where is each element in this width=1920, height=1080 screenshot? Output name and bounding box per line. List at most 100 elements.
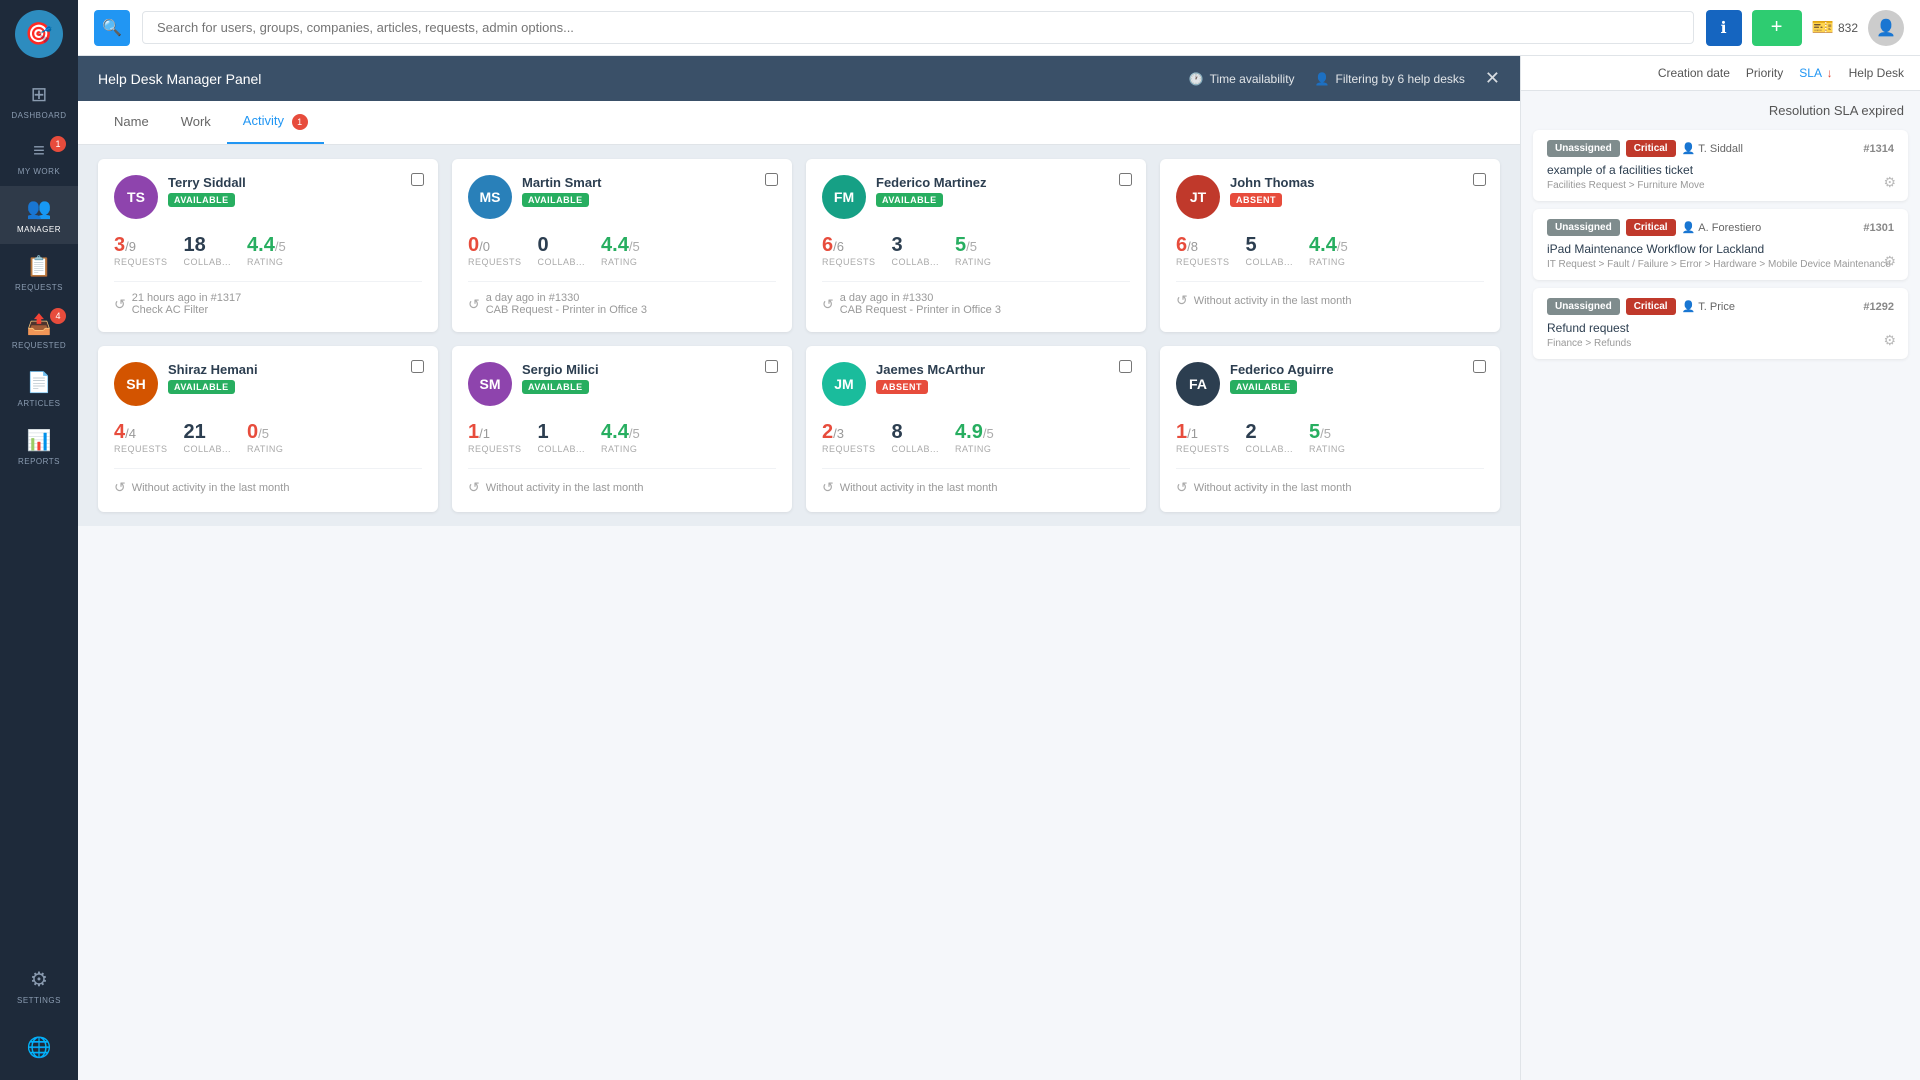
agent-checkbox-shiraz[interactable] <box>411 360 424 373</box>
tab-work[interactable]: Work <box>165 102 227 143</box>
agent-name-terry: Terry Siddall <box>168 175 422 190</box>
stat-requests-value-sergio: 1/1 <box>468 422 490 442</box>
ticket-critical-badge[interactable]: Critical <box>1626 140 1676 157</box>
add-button[interactable]: + <box>1752 10 1802 46</box>
agent-stats-federico_m: 6/6 REQUESTS 3 COLLAB... 5/5 RATING <box>822 235 1130 267</box>
stat-rating-martin: 4.4/5 RATING <box>601 235 640 267</box>
ticket-unassigned-badge[interactable]: Unassigned <box>1547 219 1620 236</box>
stat-collabs-shiraz: 21 COLLAB... <box>184 422 232 454</box>
sidebar-label-manager: MANAGER <box>17 225 61 234</box>
agent-checkbox-federico_m[interactable] <box>1119 173 1132 186</box>
ticket-title[interactable]: Refund request <box>1547 321 1894 335</box>
agent-checkbox-sergio[interactable] <box>765 360 778 373</box>
avatar[interactable]: 👤 <box>1868 10 1904 46</box>
stat-requests-label: REQUESTS <box>468 444 522 454</box>
stat-rating-federico_m: 5/5 RATING <box>955 235 991 267</box>
ticket-title[interactable]: example of a facilities ticket <box>1547 163 1894 177</box>
stat-collabs-martin: 0 COLLAB... <box>538 235 586 267</box>
time-availability-btn[interactable]: 🕐 Time availability <box>1189 72 1295 86</box>
agent-info-jaemes: Jaemes McArthur ABSENT <box>876 362 1130 395</box>
info-button[interactable]: ℹ <box>1706 10 1742 46</box>
ticket-unassigned-badge[interactable]: Unassigned <box>1547 140 1620 157</box>
stat-collabs-value-shiraz: 21 <box>184 422 206 442</box>
activity-icon: ↺ <box>822 479 834 496</box>
ticket-gear-icon[interactable]: ⚙ <box>1883 332 1896 349</box>
tab-name[interactable]: Name <box>98 102 165 143</box>
agent-checkbox-jaemes[interactable] <box>1119 360 1132 373</box>
activity-icon: ↺ <box>468 296 480 313</box>
ticket-unassigned-badge[interactable]: Unassigned <box>1547 298 1620 315</box>
agent-activity-shiraz: ↺ Without activity in the last month <box>114 468 422 496</box>
requested-badge: 4 <box>50 308 66 324</box>
panel-close-button[interactable]: ✕ <box>1485 68 1500 89</box>
stat-requests-martin: 0/0 REQUESTS <box>468 235 522 267</box>
search-input[interactable] <box>142 11 1694 44</box>
stat-requests-label: REQUESTS <box>1176 257 1230 267</box>
sidebar-item-reports[interactable]: 📊 REPORTS <box>0 418 78 476</box>
main-content: 🔍 ℹ + 🎫 832 👤 Help Desk Manager Panel 🕐 … <box>78 0 1920 1080</box>
person-icon: 👤 <box>1682 221 1696 234</box>
stat-requests-shiraz: 4/4 REQUESTS <box>114 422 168 454</box>
agent-name-martin: Martin Smart <box>522 175 776 190</box>
agent-checkbox-federico_a[interactable] <box>1473 360 1486 373</box>
ticket-gear-icon[interactable]: ⚙ <box>1883 253 1896 270</box>
sidebar-item-settings[interactable]: ⚙ SETTINGS <box>0 957 78 1015</box>
stat-collabs-value-federico_a: 2 <box>1246 422 1257 442</box>
stat-requests-value-federico_a: 1/1 <box>1176 422 1198 442</box>
sidebar-label-requested: REQUESTED <box>12 341 66 350</box>
activity-icon: ↺ <box>1176 479 1188 496</box>
ticket-card-#1314: Unassigned Critical 👤 T. Siddall #1314 e… <box>1533 130 1908 201</box>
activity-icon: ↺ <box>114 296 126 313</box>
sidebar-item-dashboard[interactable]: ⊞ DASHBOARD <box>0 72 78 130</box>
activity-badge: 1 <box>292 114 308 130</box>
agent-checkbox-terry[interactable] <box>411 173 424 186</box>
topbar-tickets: 🎫 832 <box>1812 17 1858 38</box>
agent-status-jaemes: ABSENT <box>876 380 928 394</box>
ticket-count: 832 <box>1838 21 1858 35</box>
tab-activity[interactable]: Activity 1 <box>227 101 324 144</box>
search-button[interactable]: 🔍 <box>94 10 130 46</box>
sidebar-label-articles: ARTICLES <box>18 399 61 408</box>
ticket-assignee: 👤 T. Siddall <box>1682 142 1743 155</box>
agent-avatar-terry: TS <box>114 175 158 219</box>
stat-requests-sergio: 1/1 REQUESTS <box>468 422 522 454</box>
sort-sla[interactable]: SLA ↓ <box>1799 66 1832 80</box>
ticket-critical-badge[interactable]: Critical <box>1626 298 1676 315</box>
agent-activity-text-martin: a day ago in #1330CAB Request - Printer … <box>486 292 647 316</box>
sidebar-item-globe[interactable]: 🌐 <box>0 1025 78 1070</box>
stat-collabs-label: COLLAB... <box>1246 257 1294 267</box>
agent-avatar-federico_a: FA <box>1176 362 1220 406</box>
agent-checkbox-martin[interactable] <box>765 173 778 186</box>
sidebar-item-requested[interactable]: 4 📤 REQUESTED <box>0 302 78 360</box>
ticket-header: Unassigned Critical 👤 T. Price #1292 <box>1547 298 1894 315</box>
ticket-critical-badge[interactable]: Critical <box>1626 219 1676 236</box>
stat-requests-federico_m: 6/6 REQUESTS <box>822 235 876 267</box>
stat-collabs-label: COLLAB... <box>538 444 586 454</box>
filtering-btn[interactable]: 👤 Filtering by 6 help desks <box>1315 72 1465 86</box>
agent-checkbox-john[interactable] <box>1473 173 1486 186</box>
sidebar-item-articles[interactable]: 📄 ARTICLES <box>0 360 78 418</box>
stat-rating-jaemes: 4.9/5 RATING <box>955 422 994 454</box>
agent-activity-jaemes: ↺ Without activity in the last month <box>822 468 1130 496</box>
sidebar-item-mywork[interactable]: 1 ≡ MY WORK <box>0 130 78 186</box>
stat-rating-value-jaemes: 4.9/5 <box>955 422 994 442</box>
requested-icon: 📤 <box>27 312 52 337</box>
reports-icon: 📊 <box>27 428 52 453</box>
sidebar-item-requests[interactable]: 📋 REQUESTS <box>0 244 78 302</box>
stat-rating-label: RATING <box>247 444 283 454</box>
agent-stats-john: 6/8 REQUESTS 5 COLLAB... 4.4/5 RATING <box>1176 235 1484 267</box>
ticket-gear-icon[interactable]: ⚙ <box>1883 174 1896 191</box>
sidebar-item-manager[interactable]: 👥 MANAGER <box>0 186 78 244</box>
sort-priority[interactable]: Priority <box>1746 66 1783 80</box>
sidebar-label-requests: REQUESTS <box>15 283 63 292</box>
stat-requests-value-jaemes: 2/3 <box>822 422 844 442</box>
ticket-path: IT Request > Fault / Failure > Error > H… <box>1547 259 1894 270</box>
person-icon: 👤 <box>1682 142 1696 155</box>
stat-requests-label: REQUESTS <box>1176 444 1230 454</box>
sort-help-desk[interactable]: Help Desk <box>1849 66 1904 80</box>
mywork-icon: ≡ <box>33 140 45 163</box>
agent-activity-text-terry: 21 hours ago in #1317Check AC Filter <box>132 292 241 316</box>
sidebar-label-reports: REPORTS <box>18 457 60 466</box>
ticket-title[interactable]: iPad Maintenance Workflow for Lackland <box>1547 242 1894 256</box>
sort-creation-date[interactable]: Creation date <box>1658 66 1730 80</box>
